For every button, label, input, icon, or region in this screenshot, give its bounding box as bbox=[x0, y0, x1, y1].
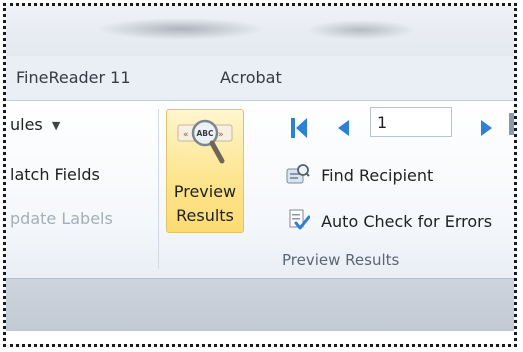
title-bar bbox=[6, 6, 514, 56]
find-recipient-icon bbox=[286, 164, 310, 184]
ribbon-body: ules ▼ latch Fields pdate Labels « » ABC… bbox=[6, 100, 514, 279]
preview-results-button[interactable]: « » ABC Preview Results bbox=[166, 109, 244, 233]
svg-text:»: » bbox=[218, 130, 224, 140]
blurred-title-text-2 bbox=[306, 20, 416, 40]
magnifier-abc-icon: « » ABC bbox=[177, 119, 233, 164]
dropdown-caret-icon: ▼ bbox=[51, 119, 61, 132]
group-separator bbox=[158, 109, 159, 269]
svg-text:ABC: ABC bbox=[196, 129, 214, 138]
screenshot-frame: FineReader 11 Acrobat ules ▼ latch Field… bbox=[3, 3, 517, 347]
auto-check-errors-label: Auto Check for Errors bbox=[321, 212, 493, 231]
auto-check-errors-button[interactable]: Auto Check for Errors bbox=[288, 209, 492, 231]
tab-finereader[interactable]: FineReader 11 bbox=[16, 68, 131, 87]
match-fields-button[interactable]: latch Fields bbox=[10, 165, 100, 184]
preview-results-label-line2: Results bbox=[176, 206, 234, 225]
update-labels-button[interactable]: pdate Labels bbox=[10, 209, 113, 228]
record-number-input[interactable] bbox=[370, 107, 452, 137]
find-recipient-button[interactable]: Find Recipient bbox=[286, 163, 433, 185]
auto-check-errors-icon bbox=[289, 209, 311, 230]
ribbon-tab-row: FineReader 11 Acrobat bbox=[6, 56, 514, 100]
rules-label: ules bbox=[10, 115, 43, 134]
blurred-title-text bbox=[96, 18, 266, 40]
tab-acrobat[interactable]: Acrobat bbox=[220, 68, 282, 87]
first-record-icon[interactable] bbox=[289, 117, 309, 139]
previous-record-icon[interactable] bbox=[336, 119, 350, 137]
rules-button[interactable]: ules ▼ bbox=[10, 115, 60, 134]
find-recipient-label: Find Recipient bbox=[321, 166, 434, 185]
document-area-band bbox=[6, 278, 514, 331]
next-record-icon[interactable] bbox=[480, 119, 494, 137]
preview-results-label-line1: Preview bbox=[173, 182, 237, 201]
last-record-icon[interactable] bbox=[509, 113, 514, 135]
preview-results-group-label: Preview Results bbox=[282, 251, 400, 269]
svg-text:«: « bbox=[183, 130, 189, 140]
bottom-border bbox=[6, 330, 514, 344]
